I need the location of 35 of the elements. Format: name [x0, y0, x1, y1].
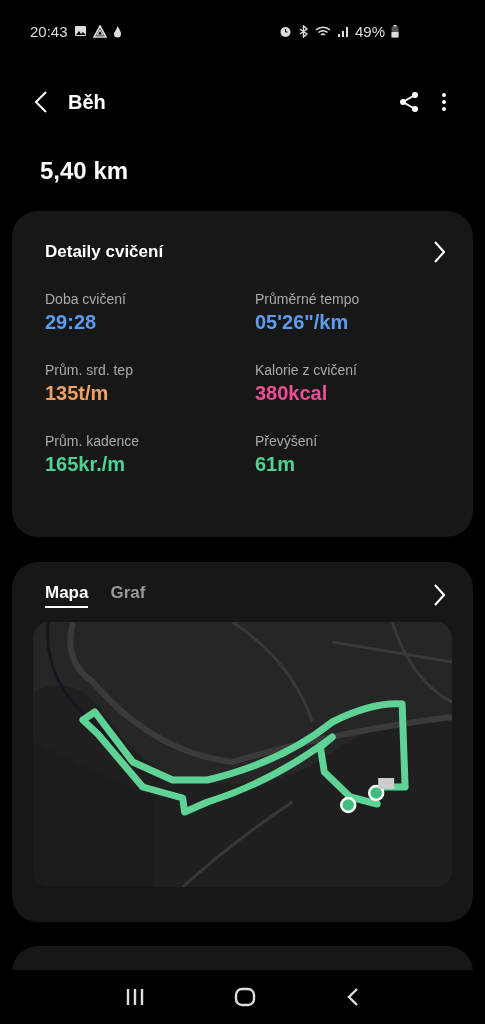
signal-icon — [336, 24, 349, 38]
details-card[interactable]: Detaily cvičení Doba cvičení 29:28 Průměrné tempo 05'26"/km Prům. srd. tep 135t/m Kalorie z cvičení 380kcal Prům. kadence 165kr./m Převýšení 61m — [12, 211, 473, 537]
chevron-icon[interactable] — [433, 241, 445, 263]
home-icon[interactable] — [234, 987, 257, 1007]
stat-label: Doba cvičení — [45, 291, 127, 307]
tab[interactable]: Graf — [110, 582, 146, 608]
bluetooth-icon — [297, 24, 309, 38]
tab[interactable]: Mapa — [45, 582, 89, 608]
status-time: 20:43 — [30, 22, 68, 40]
battery-icon — [391, 24, 399, 38]
triangle-icon — [92, 24, 107, 38]
stat-value: 61m — [255, 453, 297, 476]
stat-value: 165kr./m — [45, 453, 127, 476]
stat-label: Převýšení — [255, 433, 319, 449]
distance: 5,40 km — [39, 156, 130, 186]
share-icon[interactable] — [399, 91, 419, 113]
back-icon[interactable] — [346, 987, 361, 1007]
back-icon[interactable] — [34, 91, 48, 113]
stat-value: 135t/m — [45, 382, 110, 405]
chevron-icon[interactable] — [433, 584, 445, 606]
alarm-icon — [278, 24, 292, 38]
wifi-icon — [314, 24, 331, 38]
recent-apps-icon[interactable] — [124, 988, 145, 1006]
stat-label: Kalorie z cvičení — [255, 362, 358, 378]
more-icon[interactable] — [441, 92, 447, 112]
gallery-icon — [73, 25, 87, 37]
battery-percent: 49% — [354, 22, 385, 40]
screen-title: Běh — [68, 90, 106, 114]
stat-value: 05'26"/km — [255, 311, 350, 334]
stat-label: Prům. kadence — [45, 433, 141, 449]
stat-label: Prům. srd. tep — [45, 362, 134, 378]
stat-value: 29:28 — [45, 311, 98, 334]
card-title: Detaily cvičení — [45, 242, 164, 262]
stat-value: 380kcal — [255, 382, 329, 405]
stat-label: Průměrné tempo — [255, 291, 361, 307]
